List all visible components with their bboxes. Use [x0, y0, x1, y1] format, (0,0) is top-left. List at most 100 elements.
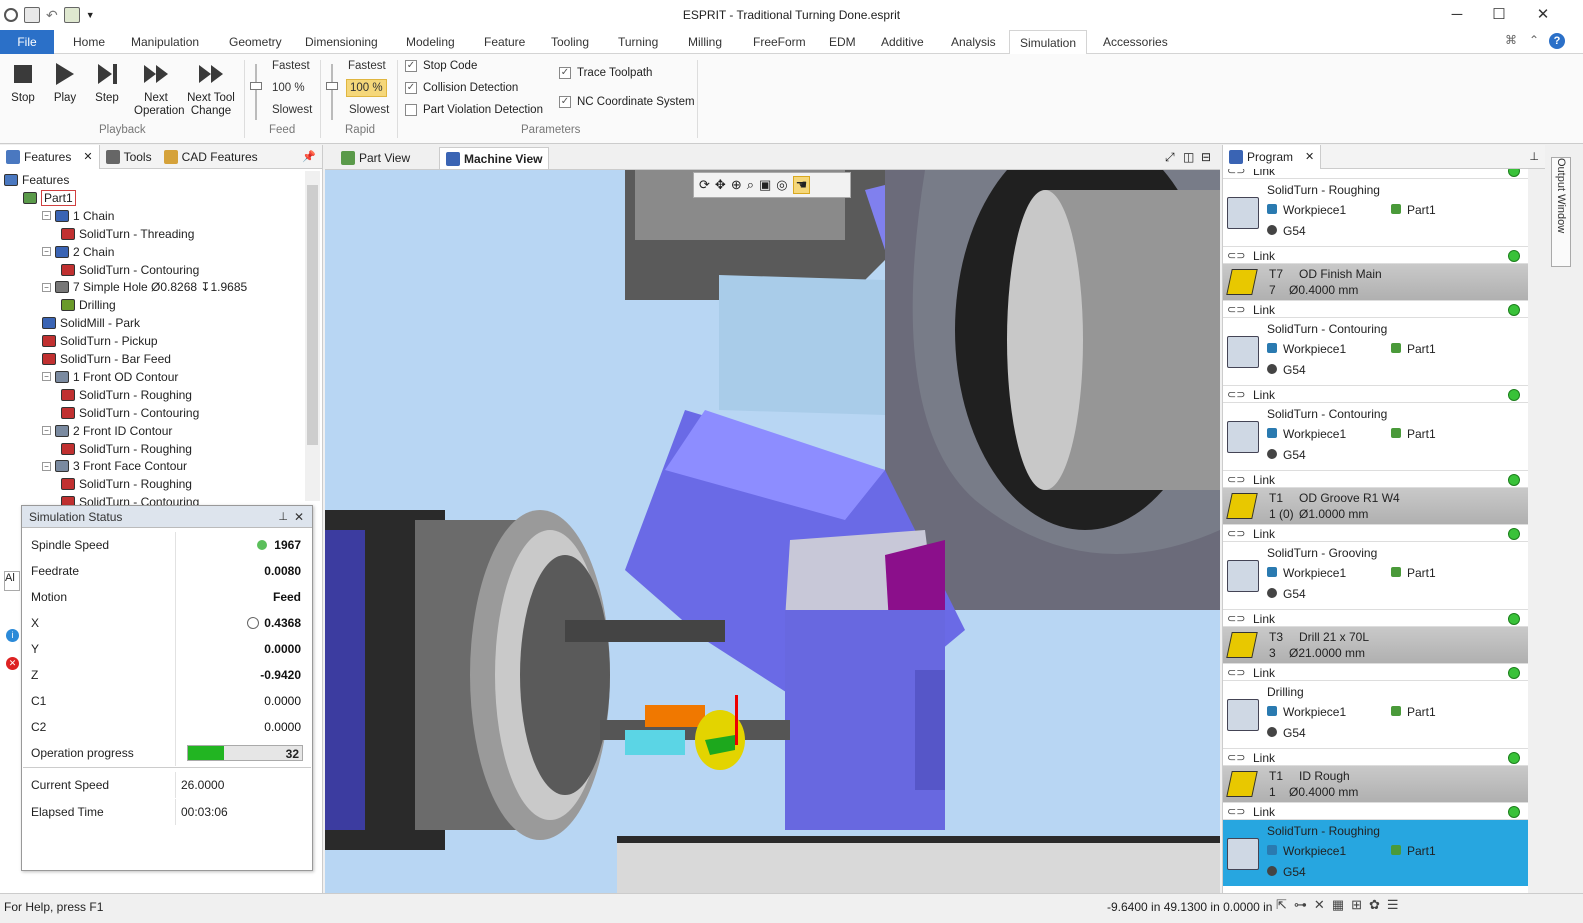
program-link-row[interactable]: ⊂⊃ Link	[1223, 524, 1528, 542]
program-link-row[interactable]: ⊂⊃ Link	[1223, 246, 1528, 264]
program-operation-row[interactable]: SolidTurn - Roughing Workpiece1 Part1 G54	[1223, 820, 1528, 886]
program-link-row[interactable]: ⊂⊃ Link	[1223, 802, 1528, 820]
tab-analysis[interactable]: Analysis	[949, 30, 998, 54]
tree-item[interactable]: SolidTurn - Threading	[61, 225, 194, 243]
tree-item[interactable]: − 2 Front ID Contour	[42, 422, 172, 440]
program-link-row[interactable]: ⊂⊃ Link	[1223, 748, 1528, 766]
pin-icon[interactable]: ⊥	[1529, 150, 1539, 163]
expand-toggle[interactable]: −	[42, 247, 51, 257]
tree-item[interactable]: − 2 Chain	[42, 243, 114, 261]
tab-dimensioning[interactable]: Dimensioning	[303, 30, 380, 54]
tab-manipulation[interactable]: Manipulation	[129, 30, 201, 54]
maximize-button[interactable]: ☐	[1477, 4, 1521, 26]
program-operation-row[interactable]: SolidTurn - Roughing Workpiece1 Part1 G54	[1223, 179, 1528, 245]
program-link-row[interactable]: ⊂⊃ Link	[1223, 300, 1528, 318]
checkbox-box[interactable]: ✓	[405, 82, 417, 94]
tab-home[interactable]: Home	[71, 30, 107, 54]
pin-icon[interactable]: 📌	[302, 150, 316, 163]
tab-milling[interactable]: Milling	[686, 30, 724, 54]
close-icon[interactable]: ✕	[83, 150, 92, 163]
tab-additive[interactable]: Additive	[879, 30, 926, 54]
tab-turning[interactable]: Turning	[616, 30, 660, 54]
tree-scrollbar[interactable]	[305, 171, 320, 501]
next-tool-change-button[interactable]: Next Tool Change	[184, 58, 238, 118]
program-operation-row[interactable]: Drilling Workpiece1 Part1 G54	[1223, 681, 1528, 747]
tab-simulation[interactable]: Simulation	[1009, 30, 1088, 55]
binoculars-icon[interactable]: ◎	[776, 177, 787, 193]
filter-input[interactable]: Al	[4, 571, 20, 591]
program-link-row[interactable]: ⊂⊃ Link	[1223, 169, 1528, 179]
collision-detection-checkbox[interactable]: ✓ Collision Detection	[405, 82, 518, 94]
maximize-view-icon[interactable]: ⤢	[1165, 150, 1175, 165]
nc-coordinate-checkbox[interactable]: ✓ NC Coordinate System	[559, 96, 695, 108]
tab-tooling[interactable]: Tooling	[549, 30, 591, 54]
next-operation-button[interactable]: Next Operation	[134, 58, 185, 118]
grid-icon[interactable]: ▦	[1332, 897, 1344, 913]
stop-button[interactable]: Stop	[4, 58, 42, 105]
split-horizontal-icon[interactable]: ⊟	[1201, 150, 1211, 164]
help-icon[interactable]: ?	[1549, 33, 1565, 49]
scrollbar-thumb[interactable]	[307, 185, 318, 445]
tab-program[interactable]: Program ✕	[1223, 145, 1322, 169]
tree-item[interactable]: SolidTurn - Roughing	[61, 440, 192, 458]
tab-feature[interactable]: Feature	[482, 30, 527, 54]
expand-toggle[interactable]: −	[42, 461, 51, 471]
tree-item[interactable]: Features	[4, 171, 69, 189]
pan-icon[interactable]: ✥	[715, 177, 726, 193]
collapse-ribbon-icon[interactable]: ⌃	[1529, 33, 1539, 47]
close-button[interactable]: ✕	[1521, 4, 1565, 26]
program-scrollbar[interactable]	[1528, 169, 1545, 893]
checkbox-box[interactable]	[405, 104, 417, 116]
tab-geometry[interactable]: Geometry	[227, 30, 284, 54]
program-operation-row[interactable]: SolidTurn - Grooving Workpiece1 Part1 G54	[1223, 542, 1528, 608]
pin-ribbon-icon[interactable]: ⌘	[1505, 33, 1517, 47]
tab-modeling[interactable]: Modeling	[404, 30, 457, 54]
tree-item[interactable]: Part1	[23, 189, 76, 207]
tree-item[interactable]: SolidTurn - Roughing	[61, 386, 192, 404]
program-link-row[interactable]: ⊂⊃ Link	[1223, 609, 1528, 627]
machine-3d-scene[interactable]	[325, 170, 1220, 893]
rapid-slider-thumb[interactable]	[326, 82, 338, 90]
machine-view-viewport[interactable]: Part View Machine View ⤢ ◫ ⊟ ⟳ ✥ ⊕ ⌕ ▣ ◎…	[325, 145, 1220, 893]
step-button[interactable]: Step	[88, 58, 126, 105]
program-link-row[interactable]: ⊂⊃ Link	[1223, 663, 1528, 681]
tab-tools[interactable]: Tools	[100, 145, 158, 169]
expand-toggle[interactable]: −	[42, 426, 51, 436]
split-vertical-icon[interactable]: ◫	[1183, 150, 1194, 164]
tab-freeform[interactable]: FreeForm	[751, 30, 808, 54]
zoom-icon[interactable]: ⊕	[731, 177, 742, 193]
part-violation-checkbox[interactable]: Part Violation Detection	[405, 104, 543, 116]
program-tool-row[interactable]: T7 OD Finish Main 7 Ø0.4000 mm	[1223, 264, 1528, 300]
tab-accessories[interactable]: Accessories	[1101, 30, 1170, 54]
tab-cad-features[interactable]: CAD Features	[158, 145, 264, 169]
tab-machine-view[interactable]: Machine View	[439, 147, 550, 169]
stop-code-checkbox[interactable]: ✓ Stop Code	[405, 60, 477, 72]
program-operation-row[interactable]: SolidTurn - Contouring Workpiece1 Part1 G54	[1223, 403, 1528, 469]
tree-item[interactable]: SolidTurn - Bar Feed	[42, 350, 171, 368]
program-link-row[interactable]: ⊂⊃ Link	[1223, 385, 1528, 403]
tree-item[interactable]: − 3 Front Face Contour	[42, 457, 187, 475]
ortho-icon[interactable]: ⊞	[1351, 897, 1362, 913]
tree-item[interactable]: Drilling	[61, 296, 116, 314]
info-icon[interactable]: i	[6, 629, 19, 642]
tree-item[interactable]: SolidTurn - Pickup	[42, 332, 158, 350]
close-icon[interactable]: ✕	[1305, 150, 1314, 163]
tree-item[interactable]: − 1 Chain	[42, 207, 114, 225]
program-operation-row[interactable]: SolidTurn - Contouring Workpiece1 Part1 G54	[1223, 318, 1528, 384]
tree-item[interactable]: SolidTurn - Contouring	[61, 404, 199, 422]
error-icon[interactable]: ✕	[6, 657, 19, 670]
checkbox-box[interactable]: ✓	[559, 96, 571, 108]
cross-snap-icon[interactable]: ✕	[1314, 897, 1325, 913]
expand-toggle[interactable]: −	[42, 211, 51, 221]
pin-icon[interactable]: ⊥	[278, 506, 288, 528]
program-link-row[interactable]: ⊂⊃ Link	[1223, 470, 1528, 488]
list-icon[interactable]: ☰	[1387, 897, 1399, 913]
zoom-window-icon[interactable]: ⌕	[747, 177, 754, 193]
tab-file[interactable]: File	[0, 30, 54, 54]
tab-part-view[interactable]: Part View	[335, 148, 416, 168]
close-icon[interactable]: ✕	[294, 506, 304, 528]
tab-features[interactable]: Features ✕	[0, 144, 100, 169]
minimize-button[interactable]: ─	[1435, 4, 1479, 26]
expand-toggle[interactable]: −	[42, 372, 51, 382]
feed-slider-track[interactable]	[255, 64, 257, 120]
